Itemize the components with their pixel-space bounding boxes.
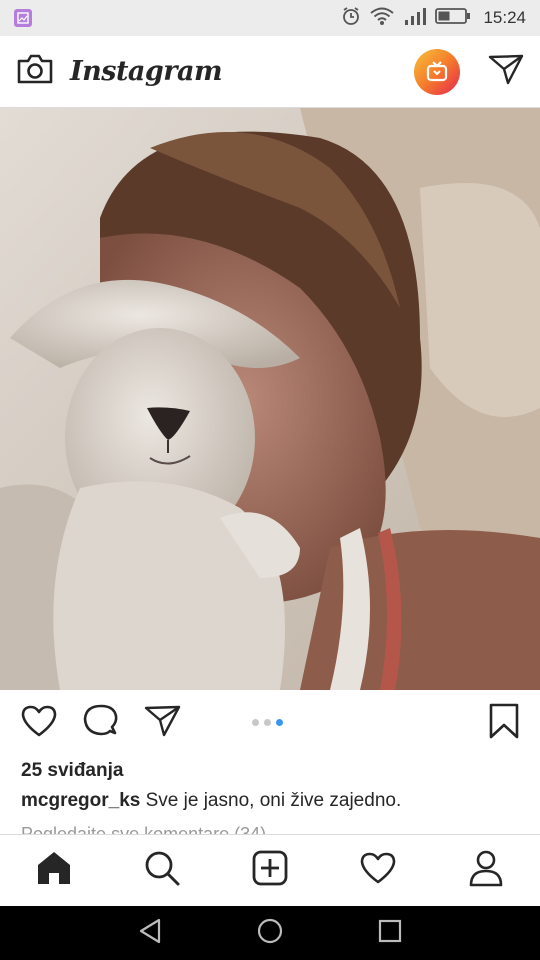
tab-activity[interactable] <box>348 841 408 901</box>
wifi-icon <box>369 6 395 31</box>
direct-message-icon[interactable] <box>488 53 524 90</box>
signal-icon <box>403 6 427 31</box>
caption-text: Sve je jasno, oni žive zajedno. <box>145 790 402 811</box>
status-time: 15:24 <box>483 8 526 27</box>
tab-profile[interactable] <box>456 841 516 901</box>
igtv-icon[interactable] <box>414 48 460 95</box>
post-photo[interactable] <box>0 108 540 690</box>
carousel-dot <box>264 719 271 726</box>
app-header: Instagram <box>0 36 540 108</box>
tab-home[interactable] <box>24 841 84 901</box>
carousel-indicator <box>252 719 283 726</box>
like-heart-icon[interactable] <box>20 704 58 743</box>
view-comments-link[interactable]: Pogledajte sve komentare (34) <box>21 824 266 834</box>
home-icon[interactable] <box>35 850 73 891</box>
back-icon[interactable] <box>137 917 163 950</box>
post-caption: mcgregor_ks Sve je jasno, oni žive zajed… <box>21 790 401 812</box>
tab-new-post[interactable] <box>240 841 300 901</box>
search-icon[interactable] <box>143 849 181 892</box>
system-navigation-bar <box>0 906 540 960</box>
profile-icon[interactable] <box>468 849 504 892</box>
tab-search[interactable] <box>132 841 192 901</box>
camera-icon[interactable] <box>16 52 54 91</box>
carousel-dot <box>252 719 259 726</box>
recents-icon[interactable] <box>377 918 403 949</box>
comment-icon[interactable] <box>82 703 120 744</box>
bottom-tab-bar <box>0 834 540 906</box>
new-post-icon[interactable] <box>251 849 289 892</box>
post-action-bar <box>0 690 540 756</box>
caption-username[interactable]: mcgregor_ks <box>21 790 140 811</box>
home-circle-icon[interactable] <box>256 917 284 950</box>
likes-count[interactable]: 25 sviđanja <box>21 760 123 782</box>
alarm-icon <box>341 6 361 31</box>
activity-icon[interactable] <box>359 851 397 890</box>
save-bookmark-icon[interactable] <box>488 703 520 744</box>
gallery-icon <box>14 9 32 27</box>
share-icon[interactable] <box>144 704 182 743</box>
instagram-logo: Instagram <box>70 56 223 87</box>
carousel-dot-active <box>276 719 283 726</box>
battery-icon <box>435 6 471 31</box>
status-bar: 15:24 <box>0 0 540 36</box>
